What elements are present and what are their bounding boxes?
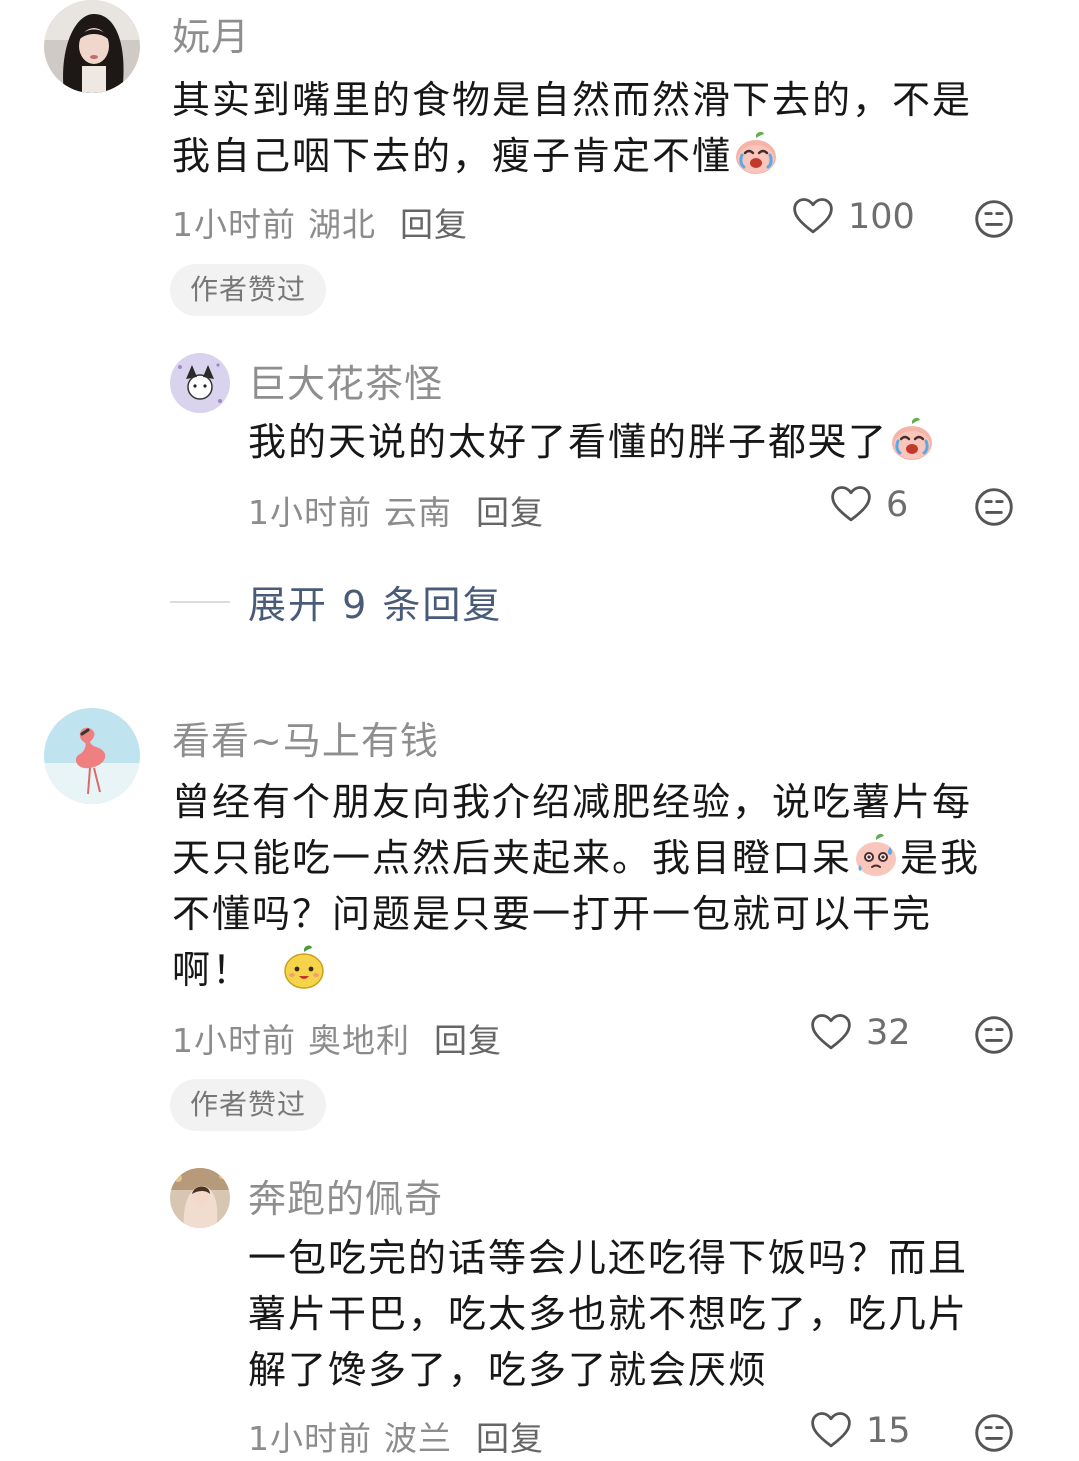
crying-peach-emoji-icon <box>888 415 936 463</box>
neutral-face-icon[interactable] <box>974 1413 1014 1453</box>
location: 奥地利 <box>308 1021 410 1060</box>
comment-meta: 1小时前 湖北 回复 <box>172 198 468 246</box>
comment-text-line: 其实到嘴里的食物是自然而然滑下去的，不是 <box>172 78 973 122</box>
reply-text-line: 一包吃完的话等会儿还吃得下饭吗？而且 <box>248 1236 969 1280</box>
timestamp: 1小时前 <box>172 1021 296 1060</box>
like-count: 32 <box>866 1013 911 1053</box>
heart-outline-icon <box>810 1012 852 1054</box>
comment-item: 妧月 其实到嘴里的食物是自然而然滑下去的，不是 我自己咽下去的，瘦子肯定不懂 1… <box>0 0 1079 660</box>
reply-text[interactable]: 一包吃完的话等会儿还吃得下饭吗？而且 薯片干巴，吃太多也就不想吃了，吃几片 解了… <box>248 1230 1038 1398</box>
comment-text-line: 不懂吗？问题是只要一打开一包就可以干完 <box>172 892 933 936</box>
expand-replies-button[interactable]: 展开 9 条回复 <box>170 574 502 629</box>
timestamp: 1小时前 <box>248 1419 372 1458</box>
comment-text[interactable]: 曾经有个朋友向我介绍减肥经验，说吃薯片每 天只能吃一点然后夹起来。我目瞪口呆 是我… <box>172 774 1052 998</box>
like-button[interactable]: 100 <box>792 196 915 238</box>
heart-outline-icon <box>830 484 872 526</box>
like-button[interactable]: 32 <box>810 1012 911 1054</box>
reply-username[interactable]: 巨大花茶怪 <box>248 353 443 408</box>
username[interactable]: 妧月 <box>172 6 250 61</box>
username[interactable]: 看看~马上有钱 <box>172 710 439 765</box>
comment-text-line: 啊！ <box>172 942 1052 998</box>
crying-peach-emoji-icon <box>732 129 780 177</box>
user-photo-avatar-icon <box>170 1168 230 1228</box>
like-count: 100 <box>848 197 915 237</box>
divider-line <box>170 600 230 603</box>
comment-text-line-part: 天只能吃一点然后夹起来。我目瞪口呆 <box>172 836 853 880</box>
neutral-face-icon[interactable] <box>974 487 1014 527</box>
cartoon-avatar-icon <box>170 353 230 413</box>
comment-text-line: 天只能吃一点然后夹起来。我目瞪口呆 是我 <box>172 830 1052 886</box>
flamingo-avatar-icon <box>44 708 140 804</box>
like-button[interactable]: 15 <box>810 1410 911 1452</box>
reply-text-line: 我的天说的太好了看懂的胖子都哭了 <box>248 420 889 464</box>
reply-button[interactable]: 回复 <box>400 205 468 244</box>
comment-text-line: 我自己咽下去的，瘦子肯定不懂 <box>172 128 1032 184</box>
timestamp: 1小时前 <box>248 493 372 532</box>
heart-outline-icon <box>810 1410 852 1452</box>
location: 湖北 <box>308 205 376 244</box>
author-liked-badge: 作者赞过 <box>170 1079 327 1131</box>
location: 波兰 <box>384 1419 452 1458</box>
comment-text-line-part: 啊！ <box>172 948 253 992</box>
location: 云南 <box>384 493 452 532</box>
reply-text-line: 解了馋多了，吃多了就会厌烦 <box>248 1348 769 1392</box>
neutral-face-icon[interactable] <box>974 199 1014 239</box>
reply-button[interactable]: 回复 <box>476 493 544 532</box>
like-count: 6 <box>886 485 909 525</box>
user-photo-avatar-icon <box>44 0 140 93</box>
reply-button[interactable]: 回复 <box>476 1419 544 1458</box>
avatar[interactable] <box>44 0 140 93</box>
comment-text-line-part: 我自己咽下去的，瘦子肯定不懂 <box>172 134 733 178</box>
avatar[interactable] <box>170 1168 230 1228</box>
author-liked-badge: 作者赞过 <box>170 264 327 316</box>
avatar[interactable] <box>44 708 140 804</box>
like-count: 15 <box>866 1411 911 1451</box>
reply-username[interactable]: 奔跑的佩奇 <box>248 1168 443 1223</box>
sweating-peach-emoji-icon <box>852 831 900 879</box>
expand-replies-label: 展开 9 条回复 <box>248 583 503 627</box>
comment-text[interactable]: 其实到嘴里的食物是自然而然滑下去的，不是 我自己咽下去的，瘦子肯定不懂 <box>172 72 1032 184</box>
like-button[interactable]: 6 <box>830 484 908 526</box>
comment-text-line: 曾经有个朋友向我介绍减肥经验，说吃薯片每 <box>172 780 973 824</box>
avatar[interactable] <box>170 353 230 413</box>
reply-text[interactable]: 我的天说的太好了看懂的胖子都哭了 <box>248 414 1038 470</box>
reply-text-line: 薯片干巴，吃太多也就不想吃了，吃几片 <box>248 1292 969 1336</box>
comment-text-line-part: 是我 <box>900 836 981 880</box>
neutral-face-icon[interactable] <box>974 1015 1014 1055</box>
heart-outline-icon <box>792 196 834 238</box>
reply-button[interactable]: 回复 <box>434 1021 502 1060</box>
comment-meta: 1小时前 奥地利 回复 <box>172 1014 502 1062</box>
timestamp: 1小时前 <box>172 205 296 244</box>
reply-meta: 1小时前 波兰 回复 <box>248 1412 544 1460</box>
happy-mango-emoji-icon <box>280 943 328 991</box>
reply-meta: 1小时前 云南 回复 <box>248 486 544 534</box>
